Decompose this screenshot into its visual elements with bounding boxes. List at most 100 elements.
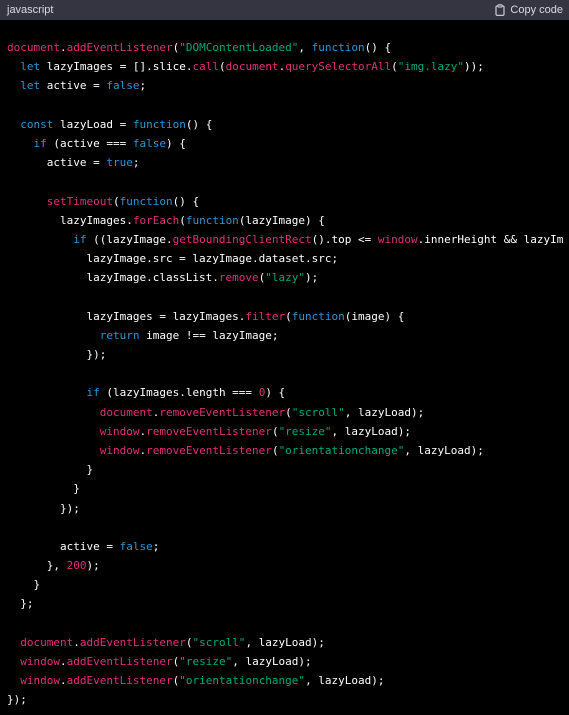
code-line: }, 200); [7,556,569,575]
code-line: }); [7,345,569,364]
code-line: return image !== lazyImage; [7,326,569,345]
code-token: .innerHeight && lazyIm [417,232,564,246]
code-token: )); [464,60,484,74]
code-line: document.removeEventListener("scroll", l… [7,403,569,422]
code-token: window [377,232,418,246]
code-token: ( [271,424,279,438]
code-token: function [311,41,365,54]
code-token: window [20,655,60,668]
code-token: () { [185,117,213,131]
code-token: , lazyLoad); [245,635,325,649]
code-token: } [7,463,94,477]
code-token: }); [7,693,27,707]
code-token: }, [7,559,67,573]
code-header: javascript Copy code [0,0,569,20]
code-token: addEventListener [66,674,173,688]
code-line: window.removeEventListener("orientationc… [7,441,569,460]
code-token: if [73,232,87,246]
code-token: ; [139,79,147,93]
code-line: setTimeout(function() { [7,192,569,211]
code-token: ( [285,405,292,419]
code-token: ) { [265,386,286,400]
code-line: lazyImage.src = lazyImage.dataset.src; [7,249,569,268]
code-line: }); [7,499,569,518]
code-token: false [106,79,140,93]
code-token: (active === [46,136,133,150]
code-token: "resize" [278,424,332,438]
code-line: if ((lazyImage.getBoundingClientRect().t… [7,230,569,249]
code-token: , lazyLoad); [344,405,425,419]
code-token: call [192,60,219,74]
code-token: , lazyLoad); [404,443,484,457]
copy-code-button[interactable]: Copy code [495,4,563,16]
code-line: } [7,460,569,479]
code-token: "scroll" [192,635,246,649]
code-line: }; [7,594,569,613]
code-token: "orientationchange" [179,674,306,688]
code-line: let active = false; [7,76,569,95]
code-line: active = true; [7,153,569,172]
code-token: . [73,635,80,649]
code-token: ( [218,60,226,74]
code-token: addEventListener [79,635,186,649]
code-line: document.addEventListener("DOMContentLoa… [7,38,569,57]
code-line: window.removeEventListener("resize", laz… [7,422,569,441]
code-token: "DOMContentLoaded" [179,41,299,54]
code-token: }); [7,348,107,361]
code-token: window [99,424,140,438]
code-token: if [33,136,47,150]
code-token: document [99,405,153,419]
code-token: "img.lazy" [397,60,465,74]
code-token: removeEventListener [146,424,272,438]
code-token: lazyLoad = [53,117,133,131]
code-token: () { [364,41,392,54]
code-token: } [7,482,80,496]
code-token: ( [179,213,186,227]
code-token: querySelectorAll [285,60,392,74]
code-token: , lazyLoad); [232,655,312,668]
code-token: let [20,79,41,93]
code-area[interactable]: document.addEventListener("DOMContentLoa… [7,38,569,710]
code-token: }); [7,501,80,515]
code-token: , lazyLoad); [305,674,385,688]
copy-code-label: Copy code [510,4,563,16]
code-token: ( [112,194,120,208]
code-token: 200 [66,559,87,573]
code-token: filter [245,309,286,323]
code-token: getBoundingClientRect [172,232,312,246]
code-token: false [119,539,153,553]
code-token: }; [7,597,34,611]
code-token: removeEventListener [159,405,286,419]
code-token: document [20,635,74,649]
code-token: ) { [165,136,186,150]
code-line: } [7,479,569,498]
code-line: if (active === false) { [7,134,569,153]
code-token: ); [86,559,100,573]
code-token: "orientationchange" [278,443,405,457]
code-token: lazyImages = lazyImages. [7,309,246,323]
code-token: ); [305,271,319,285]
code-token: true [106,156,133,170]
code-token: (lazyImages.length === [99,386,259,400]
code-token: "lazy" [265,271,306,285]
code-line: lazyImage.classList.remove("lazy"); [7,268,569,287]
code-token: ; [152,539,160,553]
code-token: image !== lazyImage; [139,328,279,342]
code-token: remove [218,271,259,285]
code-token: let [20,60,41,74]
code-token: window [20,674,60,688]
code-token: setTimeout [46,194,113,208]
